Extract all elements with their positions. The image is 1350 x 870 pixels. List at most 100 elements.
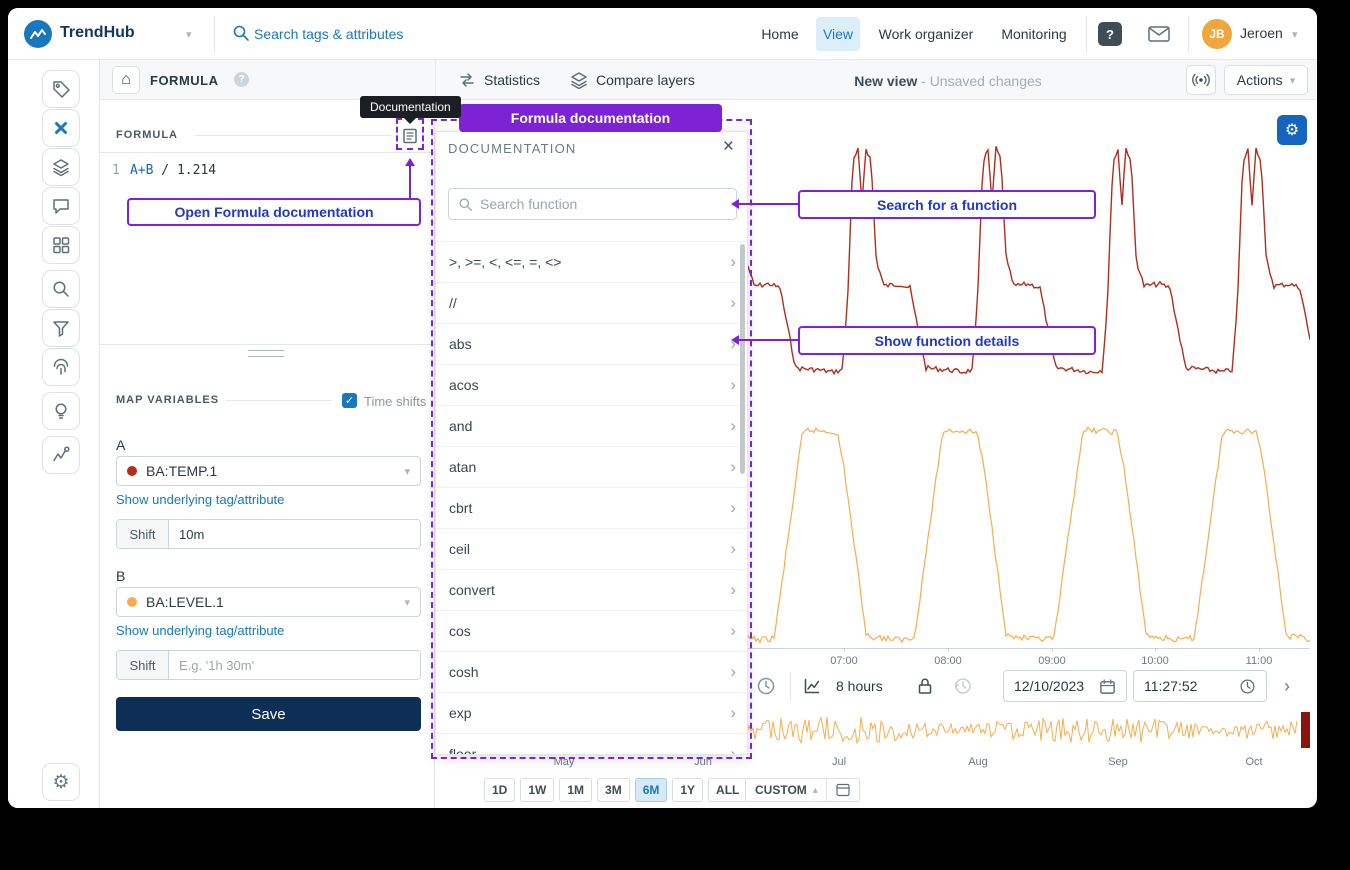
annotation-arrow-line [738,203,798,205]
range-1w[interactable]: 1W [520,778,554,802]
formula-editor[interactable]: 1 A+B / 1.214 [100,152,435,345]
function-row[interactable]: ceil› [436,529,748,570]
shift-b-input[interactable] [169,651,420,679]
x-tick-label: 10:00 [1141,655,1169,667]
chevron-right-icon: › [730,580,736,600]
divider [1086,16,1087,52]
annotation-open-doc: Open Formula documentation [127,198,421,226]
documentation-icon [401,127,419,145]
function-row[interactable]: exp› [436,693,748,734]
function-label: ceil [449,541,470,557]
sidebar-item-formulas[interactable] [42,109,80,147]
view-name: New view [854,73,917,89]
nav-monitoring[interactable]: Monitoring [994,17,1074,51]
function-row[interactable]: cbrt› [436,488,748,529]
compare-layers-icon [570,71,588,89]
sidebar-item-filters[interactable] [42,309,80,347]
chart-settings-button[interactable]: ⚙ [1277,115,1307,145]
sidebar-item-layers[interactable] [42,148,80,186]
broadcast-icon [1192,71,1210,89]
variable-a-tag: BA:TEMP.1 [146,463,217,479]
time-mode-button[interactable] [754,674,778,698]
user-name[interactable]: Jeroen [1240,25,1283,41]
function-search-input[interactable] [480,196,727,212]
help-button[interactable]: ? [1098,22,1122,46]
map-variables-label: MAP VARIABLES [116,394,219,406]
sidebar-item-tags[interactable] [42,70,80,108]
function-row[interactable]: abs› [436,324,748,365]
lock-button[interactable] [914,675,936,697]
divider [435,60,436,100]
caret-up-icon: ▴ [813,785,818,796]
scrollbar-thumb[interactable] [740,244,745,474]
show-underlying-link-b[interactable]: Show underlying tag/attribute [116,623,284,638]
month-label: Jul [832,756,846,768]
date-picker-icon [831,783,855,797]
nav-home[interactable]: Home [756,17,804,51]
brand-caret-down-icon[interactable]: ▾ [186,28,192,41]
function-row[interactable]: cos› [436,611,748,652]
function-label: >, >=, <, <=, =, <> [449,254,561,270]
user-caret-down-icon[interactable]: ▾ [1292,28,1298,41]
range-all[interactable]: ALL [708,778,747,802]
home-button[interactable]: ⌂ [112,66,140,94]
sidebar-item-fingerprint[interactable] [42,348,80,386]
chevron-right-icon: › [730,457,736,477]
search-input[interactable] [254,22,574,46]
function-search[interactable] [448,188,737,220]
chart-type-button[interactable] [800,674,824,698]
editor-resize-handle[interactable] [248,350,284,357]
statistics-button[interactable]: Statistics [458,66,540,94]
nav-work-organizer[interactable]: Work organizer [870,17,982,51]
range-1m[interactable]: 1M [559,778,592,802]
time-input[interactable]: 11:27:52 [1133,670,1267,702]
trend-chart[interactable] [748,100,1310,648]
date-input[interactable]: 12/10/2023 [1003,670,1127,702]
mail-icon[interactable] [1148,26,1170,42]
compare-layers-button[interactable]: Compare layers [570,66,695,94]
function-row[interactable]: acos› [436,365,748,406]
month-label: Oct [1245,756,1262,768]
function-row[interactable]: convert› [436,570,748,611]
step-forward-button[interactable]: › [1275,674,1299,698]
variable-a-select[interactable]: BA:TEMP.1 ▾ [116,456,421,486]
duration-select[interactable]: 8 hours [836,670,883,702]
sidebar-item-search[interactable] [42,270,80,308]
sidebar-item-settings[interactable]: ⚙ [42,763,80,801]
series-ba-level-1 [748,427,1310,643]
formula-documentation-button[interactable] [398,124,422,148]
range-6m[interactable]: 6M [635,778,668,802]
live-button[interactable] [1186,65,1216,95]
function-row[interactable]: //› [436,283,748,324]
function-row[interactable]: >, >=, <, <=, =, <>› [436,242,748,283]
range-1y[interactable]: 1Y [672,778,703,802]
range-1d[interactable]: 1D [484,778,515,802]
function-row[interactable]: cosh› [436,652,748,693]
time-shifts-checkbox[interactable]: ✓ [342,393,357,408]
help-icon: ? [1106,27,1114,42]
shift-a-label: Shift [117,520,169,548]
actions-button[interactable]: Actions ▾ [1224,65,1308,95]
sidebar-item-comments[interactable] [42,187,80,225]
view-status: New view - Unsaved changes [818,73,1078,89]
title-help-icon[interactable]: ? [234,72,249,87]
history-button[interactable] [952,675,974,697]
function-row[interactable]: atan› [436,447,748,488]
annotation-arrow-line [409,165,411,198]
range-3m[interactable]: 3M [597,778,630,802]
function-row[interactable]: and› [436,406,748,447]
custom-range-button[interactable]: CUSTOM ▴ [745,778,860,802]
save-button[interactable]: Save [116,697,421,731]
sidebar-item-dashboards[interactable] [42,226,80,264]
close-button[interactable]: × [723,136,734,158]
nav-view[interactable]: View [816,17,860,51]
sidebar-item-monitors[interactable] [42,436,80,474]
variable-b-tag: BA:LEVEL.1 [146,594,224,610]
shift-a-input[interactable] [169,520,420,548]
variable-b-select[interactable]: BA:LEVEL.1 ▾ [116,587,421,617]
avatar[interactable]: JB [1202,19,1232,49]
show-underlying-link-a[interactable]: Show underlying tag/attribute [116,492,284,507]
function-row[interactable]: floor› [436,734,748,754]
sidebar-item-recommendations[interactable] [42,392,80,430]
month-label: May [554,756,575,768]
